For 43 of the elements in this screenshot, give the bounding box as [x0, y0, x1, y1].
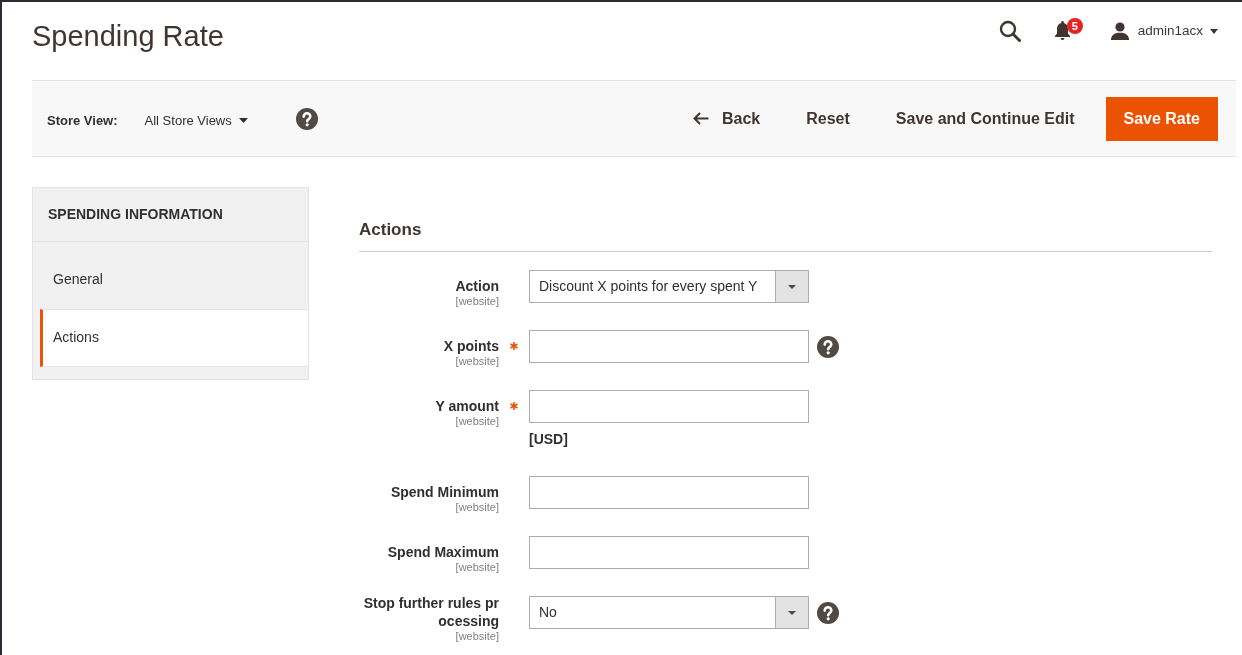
scope-label: [website] [455, 415, 499, 427]
field-label: Spend Minimum [390, 483, 499, 501]
sidebar-tab[interactable]: General [33, 251, 308, 309]
text-input[interactable] [529, 330, 809, 363]
toolbar-button[interactable]: Reset [791, 96, 865, 141]
sidebar-tab[interactable]: Actions [40, 309, 308, 367]
field-label: Spend Maximum [387, 543, 499, 561]
back-button[interactable]: Back [678, 96, 776, 141]
caret-icon [238, 118, 248, 123]
page-title: Spending Rate [32, 19, 224, 54]
text-input[interactable] [529, 390, 809, 423]
scope-label: [website] [455, 630, 499, 642]
sidebar-title: SPENDING INFORMATION [33, 188, 308, 242]
caret-icon [1210, 28, 1218, 34]
field-label: Action [455, 277, 499, 295]
field-label: Y amount [435, 397, 499, 415]
text-input[interactable] [529, 476, 809, 509]
notification-count: 5 [1066, 18, 1083, 34]
account-menu-button[interactable]: admin1acx [1110, 20, 1218, 42]
save-button[interactable]: Save Rate [1105, 96, 1218, 141]
scope-label: [website] [455, 355, 499, 367]
field-label: Stop further rules processing [362, 594, 499, 630]
caret-icon [788, 610, 796, 615]
store-view-label: Store View: [47, 111, 118, 130]
scope-label: [website] [455, 501, 499, 513]
user-icon [1110, 22, 1129, 40]
section-title: Actions [359, 187, 1212, 252]
arrow-left-icon [693, 112, 709, 125]
select-field[interactable]: No [529, 596, 809, 629]
store-view-dropdown[interactable]: All Store Views [144, 110, 248, 131]
scope-label: [website] [455, 295, 499, 307]
help-icon[interactable] [295, 107, 318, 130]
caret-icon [788, 284, 796, 289]
toolbar-button[interactable]: Save and Continue Edit [880, 96, 1090, 141]
scope-label: [website] [455, 561, 499, 573]
help-icon[interactable] [817, 336, 839, 358]
bell-icon[interactable] [1054, 21, 1070, 41]
help-icon[interactable] [817, 602, 839, 624]
select-field[interactable]: Discount X points for every spent Y [529, 270, 809, 303]
search-icon[interactable] [998, 20, 1021, 42]
field-label: X points [443, 337, 499, 355]
text-input[interactable] [529, 536, 809, 569]
currency-note: [USD] [529, 430, 569, 448]
